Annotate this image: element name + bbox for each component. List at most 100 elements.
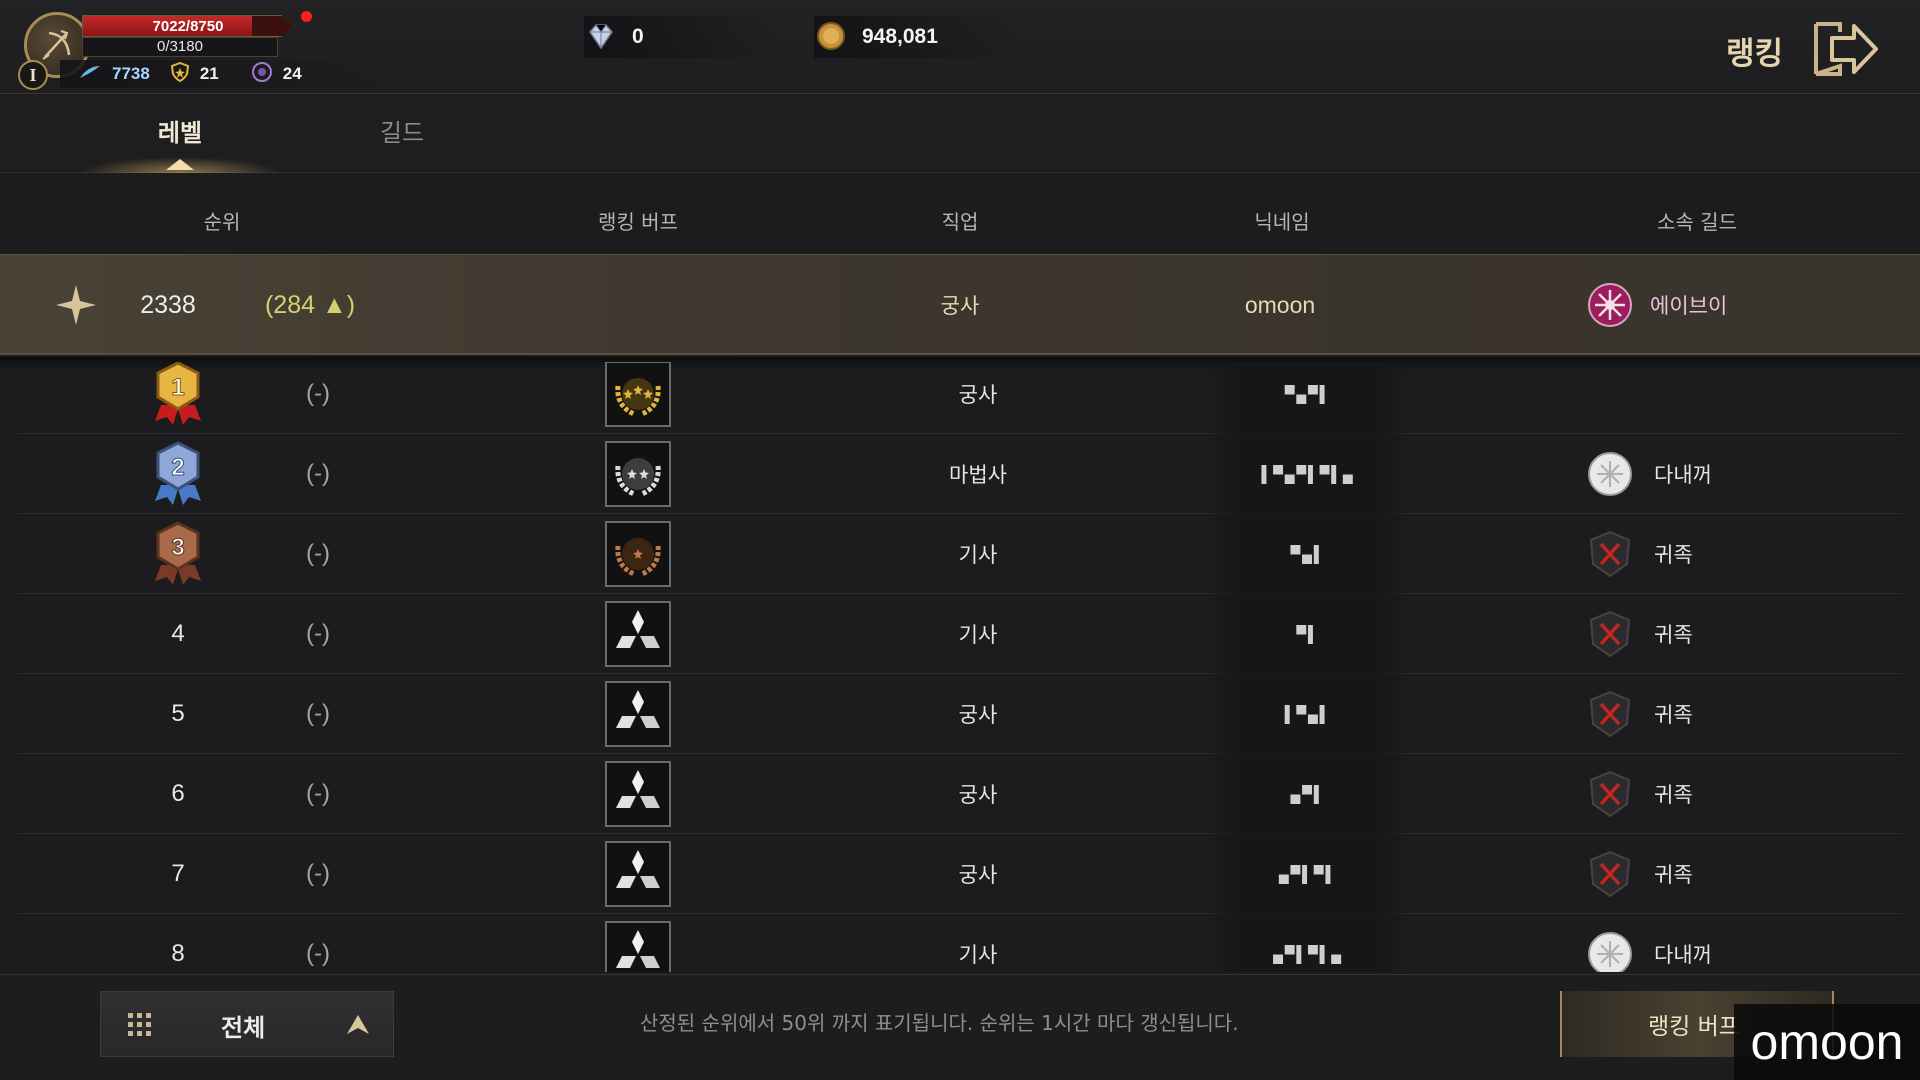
rank-change: (-) xyxy=(306,620,330,647)
nickname-censored[interactable]: ▀▌ xyxy=(1208,594,1408,674)
svg-text:1: 1 xyxy=(171,374,184,401)
rank-list[interactable]: 1 (-) 궁사 ▀▄▀▌ 2 (-) 마법사 ▌▀▄▀▌▀▌▄ 다내꺼 3 (-) … xyxy=(0,362,1920,972)
guild-name[interactable]: 귀족 xyxy=(1654,514,1774,594)
my-rank-row[interactable]: 2338 (284 ▲) 궁사 omoon 에이브이 xyxy=(0,255,1920,355)
stat-shield-value: 21 xyxy=(199,64,219,83)
nickname-censored[interactable]: ▌▀▄▀▌▀▌▄ xyxy=(1208,434,1408,514)
rank-change: (-) xyxy=(306,780,330,807)
nickname-censored[interactable]: ▄▀▌▀▌ xyxy=(1208,834,1408,914)
rank-change: (-) xyxy=(306,700,330,727)
ranking-buff-slot[interactable] xyxy=(604,834,672,914)
stats-bar: 7738 21 24 xyxy=(60,60,380,88)
ranking-buff-slot[interactable] xyxy=(604,594,672,674)
feather-icon xyxy=(78,64,102,85)
table-header: 순위 랭킹 버프 직업 닉네임 소속 길드 xyxy=(0,200,1920,240)
ranking-buff-slot[interactable] xyxy=(604,362,672,434)
rank-row[interactable]: 7 (-) 궁사 ▄▀▌▀▌ 귀족 xyxy=(18,834,1902,914)
active-tab-indicator xyxy=(80,157,280,173)
pink-flower-guild-emblem-icon xyxy=(1585,255,1635,355)
tab-guild[interactable]: 길드 xyxy=(332,113,472,148)
white-guild-emblem-icon xyxy=(1585,434,1635,514)
rank-change: (-) xyxy=(306,940,330,967)
filter-label: 전체 xyxy=(221,1014,266,1042)
rank-number: 6 xyxy=(171,780,185,807)
stat-feather: 7738 xyxy=(78,64,150,85)
guild-name[interactable]: 다내꺼 xyxy=(1654,434,1774,514)
rank-change: (-) xyxy=(306,380,330,407)
tab-level[interactable]: 레벨 xyxy=(110,113,250,148)
guild-name[interactable] xyxy=(1654,362,1774,434)
class-name: 기사 xyxy=(958,543,998,567)
class-name: 궁사 xyxy=(958,703,998,727)
rank-row[interactable]: 6 (-) 궁사 ▄▀▌ 귀족 xyxy=(18,754,1902,834)
tri-diamond-icon xyxy=(605,761,671,827)
tri-diamond-icon xyxy=(605,841,671,907)
rank-medal-icon: 2 xyxy=(128,434,228,514)
column-header-rank: 순위 xyxy=(203,210,241,234)
column-header-class: 직업 xyxy=(941,210,979,234)
ranking-buff-slot[interactable] xyxy=(604,434,672,514)
column-header-guild: 소속 길드 xyxy=(1657,210,1737,234)
my-guild-name: 에이브이 xyxy=(1650,294,1728,318)
my-rank-star-icon xyxy=(52,255,100,355)
orb-icon xyxy=(251,61,273,88)
column-header-buff: 랭킹 버프 xyxy=(598,210,678,234)
ranking-buff-slot[interactable] xyxy=(604,754,672,834)
tri-diamond-icon xyxy=(605,601,671,667)
red-x-shield-icon xyxy=(1585,834,1635,914)
hp-text: 7022/8750 xyxy=(152,18,224,35)
rank-change: (-) xyxy=(306,540,330,567)
class-name: 궁사 xyxy=(958,383,998,407)
rank-number: 8 xyxy=(171,940,185,967)
rank-change: (-) xyxy=(306,460,330,487)
ranking-buff-slot[interactable] xyxy=(604,514,672,594)
ranking-buff-button-label: 랭킹 버프 xyxy=(1648,1014,1740,1040)
gold-amount: 948,081 xyxy=(862,25,938,48)
stat-shield: 21 xyxy=(170,61,219,87)
my-rank-change: (284 ▲) xyxy=(264,290,356,319)
nickname-censored[interactable]: ▄▀▌▀▌▄ xyxy=(1208,914,1408,972)
tri-diamond-icon xyxy=(605,681,671,747)
rank-row[interactable]: 3 (-) 기사 ▀▄▌ 귀족 xyxy=(18,514,1902,594)
rank-row[interactable]: 2 (-) 마법사 ▌▀▄▀▌▀▌▄ 다내꺼 xyxy=(18,434,1902,514)
chevron-up-icon xyxy=(347,1015,369,1034)
rank-row[interactable]: 8 (-) 기사 ▄▀▌▀▌▄ 다내꺼 xyxy=(18,914,1902,972)
red-x-shield-icon xyxy=(1585,674,1635,754)
nickname-censored[interactable]: ▄▀▌ xyxy=(1208,754,1408,834)
class-name: 기사 xyxy=(958,943,998,967)
guild-name[interactable]: 다내꺼 xyxy=(1654,914,1774,972)
my-nickname: omoon xyxy=(1244,291,1316,318)
guild-name[interactable]: 귀족 xyxy=(1654,754,1774,834)
rank-change: (-) xyxy=(306,860,330,887)
stat-feather-value: 7738 xyxy=(112,64,150,83)
guild-name[interactable]: 귀족 xyxy=(1654,594,1774,674)
ranking-buff-slot[interactable] xyxy=(604,674,672,754)
filter-button[interactable]: 전체 xyxy=(100,991,394,1057)
red-x-shield-icon xyxy=(1585,514,1635,594)
nickname-censored[interactable]: ▀▄▀▌ xyxy=(1208,362,1408,434)
nickname-censored[interactable]: ▌▀▄▌ xyxy=(1208,674,1408,754)
top-hud: I 7022/8750 0/3180 7738 21 24 0 948,081 … xyxy=(0,0,1920,102)
rank-row[interactable]: 1 (-) 궁사 ▀▄▀▌ xyxy=(18,362,1902,434)
ranking-notice: 산정된 순위에서 50위 까지 표기됩니다. 순위는 1시간 마다 갱신됩니다. xyxy=(640,1011,1239,1035)
rank-number: 7 xyxy=(171,860,185,887)
exit-door-icon xyxy=(1814,22,1878,76)
ranking-buff-slot[interactable] xyxy=(604,914,672,972)
guild-name[interactable]: 귀족 xyxy=(1654,834,1774,914)
nickname-censored[interactable]: ▀▄▌ xyxy=(1208,514,1408,594)
level-badge: I xyxy=(18,60,48,90)
gem-currency[interactable]: 0 xyxy=(584,16,784,58)
rank-row[interactable]: 5 (-) 궁사 ▌▀▄▌ 귀족 xyxy=(18,674,1902,754)
guild-name[interactable]: 귀족 xyxy=(1654,674,1774,754)
rank-row[interactable]: 4 (-) 기사 ▀▌ 귀족 xyxy=(18,594,1902,674)
stat-orb-value: 24 xyxy=(282,64,302,83)
watermark: omoon xyxy=(1734,1004,1920,1080)
exit-button[interactable] xyxy=(1810,18,1880,80)
bronze-laurel-crown-icon xyxy=(605,521,671,587)
page-title: 랭킹 xyxy=(1726,36,1784,72)
gold-currency[interactable]: 948,081 xyxy=(814,16,1024,58)
shield-icon xyxy=(170,61,190,87)
svg-text:2: 2 xyxy=(171,454,184,481)
grid-menu-icon xyxy=(128,1013,151,1036)
notification-dot xyxy=(301,11,312,22)
